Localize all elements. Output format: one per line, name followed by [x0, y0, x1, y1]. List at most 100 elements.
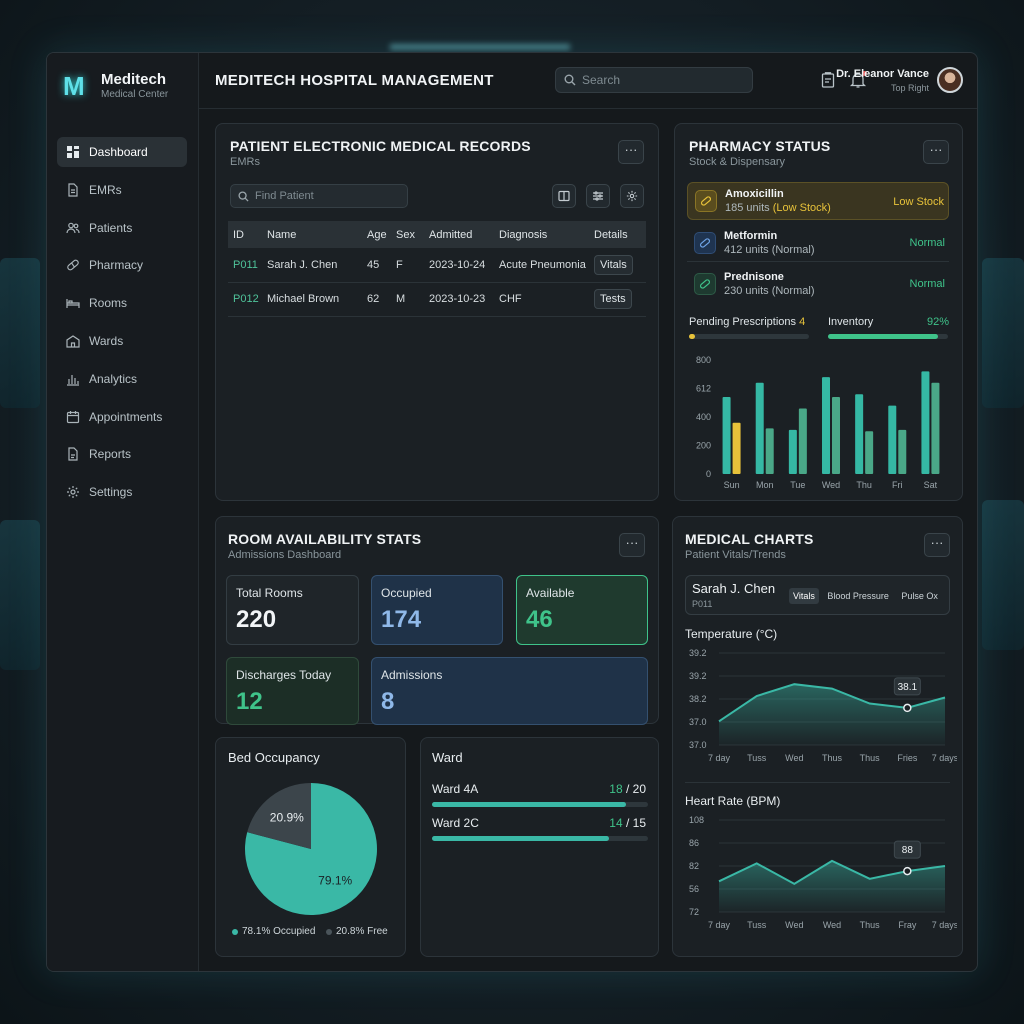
heart-rate-chart: 72 56 82 86 108 7 day Tuss Wed Wed Thus Fray 7 days… — [689, 815, 957, 930]
column-header[interactable]: Name — [262, 221, 362, 248]
ward-title: Ward — [432, 750, 463, 765]
gear-icon — [67, 486, 79, 499]
ward-capacity: 18 / 20 — [609, 782, 646, 796]
column-header[interactable]: ID — [228, 221, 262, 248]
gear-icon — [626, 190, 638, 202]
tests-button[interactable]: Tests — [594, 289, 632, 309]
y-tick-label: 37.0 — [689, 740, 707, 750]
pending-progress — [689, 334, 809, 339]
admissions-card[interactable]: Admissions 8 — [371, 657, 648, 725]
discharges-card[interactable]: Discharges Today 12 — [226, 657, 359, 725]
tab-pulse-ox[interactable]: Pulse Ox — [897, 588, 942, 604]
x-tick-label: 7 days — [932, 753, 957, 763]
occupied-card[interactable]: Occupied 174 — [371, 575, 503, 645]
sidebar-item-settings[interactable]: Settings — [57, 477, 187, 507]
search-input[interactable] — [582, 73, 742, 87]
x-tick-label: Thu — [856, 480, 872, 490]
total-rooms-card[interactable]: Total Rooms 220 — [226, 575, 359, 645]
area-fill — [719, 860, 945, 912]
table-row[interactable]: P012 Michael Brown 62 M 2023-10-23 CHF T… — [228, 282, 646, 317]
pending-label-text: Pending Prescriptions — [689, 316, 797, 328]
stat-label: Occupied — [381, 586, 432, 600]
med-units-status: (Low Stock) — [772, 202, 831, 214]
legend-dot — [326, 928, 332, 935]
pie-label: 20.9% — [270, 811, 304, 825]
rooms-more-button[interactable]: ··· — [619, 533, 645, 557]
bed-occupancy-pie: 79.1% 20.9% — [245, 783, 377, 915]
emr-card: PATIENT ELECTRONIC MEDICAL RECORDS EMRs … — [215, 123, 659, 501]
heart-rate-title: Heart Rate (BPM) — [685, 794, 781, 808]
sidebar-item-label: EMRs — [89, 182, 122, 197]
medical-title: MEDICAL CHARTS — [685, 531, 814, 547]
sidebar-item-wards[interactable]: Wards — [57, 326, 187, 356]
x-tick-label: Fray — [898, 920, 917, 930]
find-patient-box[interactable] — [230, 184, 408, 208]
medical-more-button[interactable]: ··· — [924, 533, 950, 557]
filter-button[interactable] — [586, 184, 610, 208]
sidebar-item-patients[interactable]: Patients — [57, 213, 187, 243]
calendar-icon — [66, 410, 80, 423]
search-box[interactable] — [555, 67, 753, 93]
column-header[interactable]: Diagnosis — [494, 221, 589, 248]
med-row-amoxicillin[interactable]: Amoxicillin 185 units (Low Stock) Low St… — [687, 182, 949, 220]
x-tick-label: Mon — [756, 480, 774, 490]
sidebar-item-rooms[interactable]: Rooms — [57, 288, 187, 318]
find-patient-input[interactable] — [255, 190, 405, 202]
page-title: MEDITECH HOSPITAL MANAGEMENT — [215, 72, 494, 89]
legend-occupied: 78.1% Occupied — [232, 926, 315, 937]
sidebar-item-emrs[interactable]: EMRs — [57, 175, 187, 205]
available-card[interactable]: Available 46 — [516, 575, 648, 645]
search-icon — [238, 190, 249, 202]
ward-card: Ward Ward 4A 18 / 20 Ward 2C 14 / 15 — [420, 737, 659, 957]
sidebar-item-label: Analytics — [89, 371, 138, 386]
column-header[interactable]: Admitted — [424, 221, 494, 248]
details-cell: Tests — [589, 282, 646, 317]
stat-value: 8 — [381, 688, 395, 715]
med-name: Amoxicillin — [725, 188, 784, 200]
column-header[interactable]: Details — [589, 221, 646, 248]
pharmacy-more-button[interactable]: ··· — [923, 140, 949, 164]
document-icon — [68, 183, 78, 197]
y-tick-label: 56 — [689, 884, 699, 894]
avatar[interactable] — [937, 67, 963, 93]
data-point — [903, 866, 912, 876]
emr-table: ID Name Age Sex Admitted Diagnosis Detai… — [228, 221, 646, 317]
bed-occupancy-card: Bed Occupancy 79.1% 20.9% 78.1% Occupied … — [215, 737, 406, 957]
sidebar-item-pharmacy[interactable]: Pharmacy — [57, 250, 187, 280]
filter-icon — [593, 191, 603, 201]
status-badge: Normal — [909, 278, 945, 290]
emr-subtitle: EMRs — [230, 156, 260, 168]
sidebar-item-analytics[interactable]: Analytics — [57, 364, 187, 394]
emr-title: PATIENT ELECTRONIC MEDICAL RECORDS — [230, 138, 531, 154]
background-monitor-left — [0, 258, 40, 408]
pie-label: 79.1% — [318, 873, 352, 887]
column-header[interactable]: Age — [362, 221, 391, 248]
table-row[interactable]: P011 Sarah J. Chen 45 F 2023-10-24 Acute… — [228, 248, 646, 283]
column-header[interactable]: Sex — [391, 221, 424, 248]
sidebar-item-appointments[interactable]: Appointments — [57, 402, 187, 432]
status-badge: Low Stock — [893, 196, 944, 208]
table-settings-button[interactable] — [620, 184, 644, 208]
brand-logo: M — [63, 70, 85, 101]
data-point — [903, 703, 912, 713]
rooms-title: ROOM AVAILABILITY STATS — [228, 531, 422, 547]
patient-selector[interactable]: Sarah J. Chen P011 Vitals Blood Pressure… — [685, 575, 950, 615]
tab-blood-pressure[interactable]: Blood Pressure — [823, 588, 893, 604]
columns-button[interactable] — [552, 184, 576, 208]
vitals-button[interactable]: Vitals — [594, 254, 633, 275]
patient-id: P012 — [228, 282, 262, 317]
clipboard-icon[interactable] — [819, 71, 837, 89]
user-name[interactable]: Dr. Eleanor Vance — [836, 68, 929, 80]
med-row-prednisone[interactable]: Prednisone 230 units (Normal) Normal — [687, 265, 949, 303]
bar — [865, 431, 874, 474]
sidebar-item-label: Appointments — [89, 409, 163, 424]
tab-vitals[interactable]: Vitals — [789, 588, 819, 604]
users-icon — [66, 222, 80, 233]
emr-more-button[interactable]: ··· — [618, 140, 644, 164]
ward-capacity: 14 / 15 — [609, 816, 646, 830]
sidebar-item-dashboard[interactable]: Dashboard — [57, 137, 187, 167]
x-tick-label: 7 day — [708, 753, 731, 763]
sidebar-item-reports[interactable]: Reports — [57, 439, 187, 469]
med-units-value: 185 units — [725, 202, 770, 214]
med-row-metformin[interactable]: Metformin 412 units (Normal) Normal — [687, 224, 949, 262]
